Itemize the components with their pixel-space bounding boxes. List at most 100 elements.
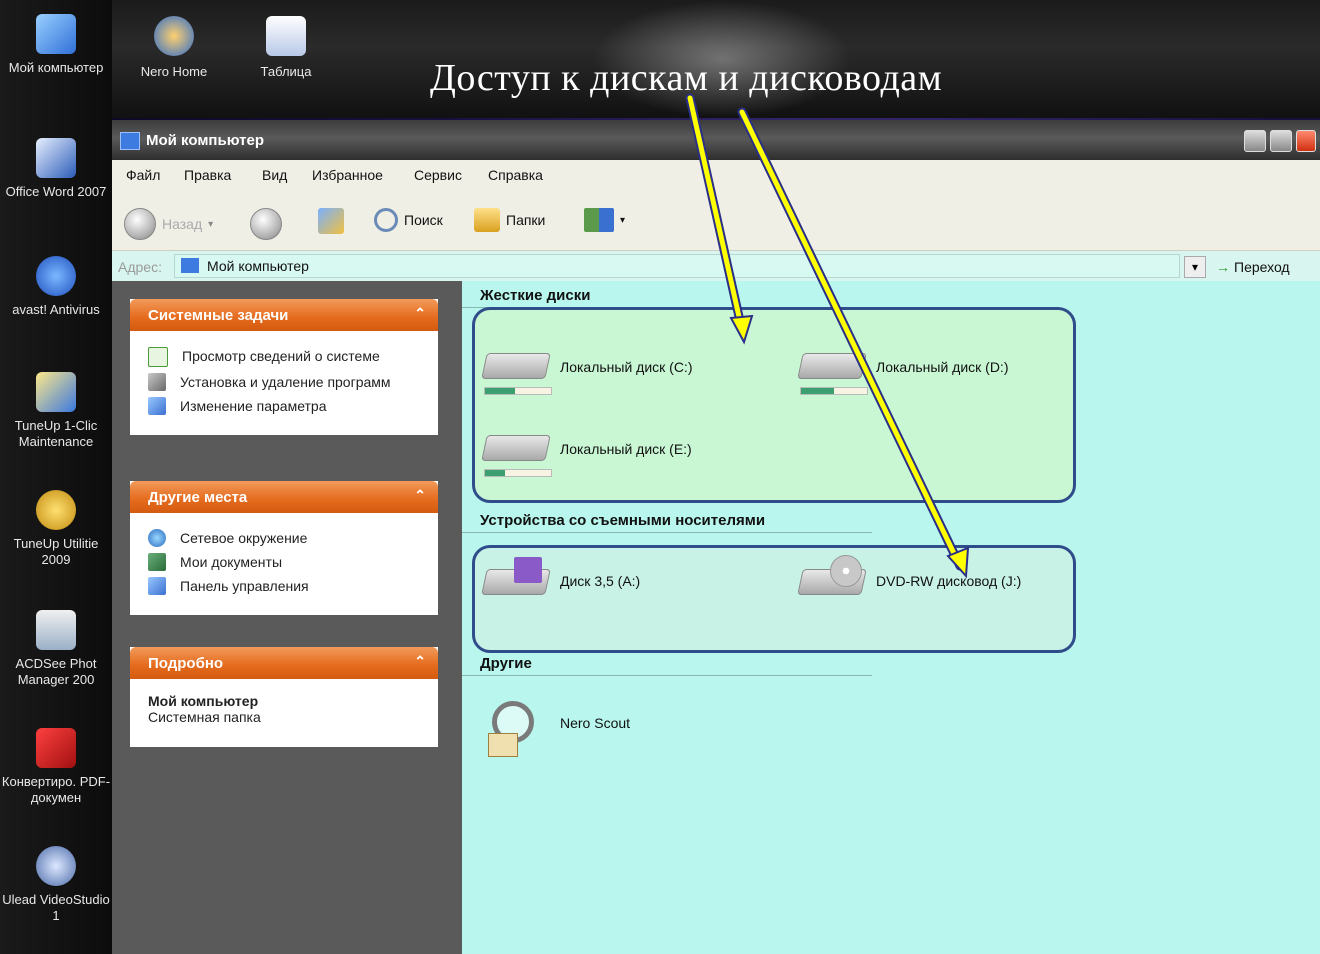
panel-title: Другие места <box>148 489 248 506</box>
task-add-remove-programs[interactable]: Установка и удаление программ <box>148 373 424 391</box>
other-places-panel: Другие места ⌃ Сетевое окружение Мои док… <box>130 481 438 615</box>
address-bar: Адрес: Мой компьютер ▾ → Переход <box>112 251 1320 281</box>
checkmark-icon <box>148 347 168 367</box>
documents-icon <box>148 553 166 571</box>
drive-c[interactable]: Локальный диск (C:) <box>481 347 693 395</box>
address-dropdown-button[interactable]: ▾ <box>1184 256 1206 278</box>
menu-favorites[interactable]: Избранное <box>312 167 383 183</box>
address-label: Адрес: <box>118 259 162 275</box>
drive-label: Диск 3,5 (A:) <box>560 573 641 589</box>
close-button[interactable] <box>1296 130 1316 152</box>
tuneup-gear-icon <box>36 490 76 530</box>
up-folder-icon <box>318 208 344 234</box>
desktop-icon-nero-home[interactable]: Nero Home <box>124 16 224 79</box>
collapse-icon[interactable]: ⌃ <box>414 487 426 504</box>
task-label: Изменение параметра <box>180 398 327 414</box>
search-button[interactable]: Поиск <box>374 208 443 232</box>
place-control-panel[interactable]: Панель управления <box>148 577 424 595</box>
removable-heading: Устройства со съемными носителями <box>480 512 766 529</box>
desktop-icon-label: Конвертиро. PDF-докумен <box>1 774 111 805</box>
floppy-drive-a[interactable]: Диск 3,5 (A:) <box>481 557 641 603</box>
desktop-icon-label: Мой компьютер <box>8 60 104 75</box>
task-change-settings[interactable]: Изменение параметра <box>148 397 424 415</box>
views-button[interactable]: ▾ <box>584 208 625 232</box>
word-icon <box>36 138 76 178</box>
desktop-icon-ulead[interactable]: Ulead VideoStudio 1 <box>0 846 112 924</box>
avast-icon <box>36 256 76 296</box>
desktop-icon-my-computer[interactable]: Мой компьютер <box>0 14 112 76</box>
dvd-drive-j[interactable]: DVD-RW дисковод (J:) <box>797 555 1021 603</box>
collapse-icon[interactable]: ⌃ <box>414 305 426 322</box>
hard-disks-heading: Жесткие диски <box>480 287 591 304</box>
back-arrow-icon <box>124 208 156 240</box>
desktop-icon-tuneup-1click[interactable]: TuneUp 1-Clic Maintenance <box>0 372 112 450</box>
computer-icon <box>36 14 76 54</box>
desktop-icon-table[interactable]: Таблица <box>236 16 336 79</box>
forward-button[interactable] <box>250 208 282 240</box>
desktop-icon-label: TuneUp 1-Clic Maintenance <box>14 418 98 449</box>
dvd-drive-icon <box>797 555 867 603</box>
views-icon <box>584 208 614 232</box>
drive-label: Локальный диск (C:) <box>560 359 693 375</box>
place-my-documents[interactable]: Мои документы <box>148 553 424 571</box>
system-tasks-header[interactable]: Системные задачи ⌃ <box>130 299 438 331</box>
place-network[interactable]: Сетевое окружение <box>148 529 424 547</box>
hard-drive-icon <box>797 347 868 395</box>
details-panel: Подробно ⌃ Мой компьютер Системная папка <box>130 647 438 747</box>
chevron-down-icon: ▾ <box>208 218 214 230</box>
desktop-icon-word[interactable]: Office Word 2007 <box>0 138 112 200</box>
folder-icon <box>474 208 500 232</box>
minimize-button[interactable] <box>1244 130 1266 152</box>
search-label: Поиск <box>404 212 443 228</box>
address-input[interactable]: Мой компьютер <box>174 254 1180 278</box>
nero-scout[interactable]: Nero Scout <box>484 697 630 757</box>
desktop-icon-label: avast! Antivirus <box>12 302 100 317</box>
forward-arrow-icon <box>250 208 282 240</box>
heading-divider <box>462 675 872 676</box>
pdf-icon <box>36 728 76 768</box>
drive-label: Локальный диск (D:) <box>876 359 1009 375</box>
collapse-icon[interactable]: ⌃ <box>414 653 426 670</box>
hard-drive-icon <box>481 429 552 477</box>
drive-e[interactable]: Локальный диск (E:) <box>481 429 692 477</box>
item-label: Nero Scout <box>560 715 631 731</box>
network-icon <box>148 529 166 547</box>
desktop-icon-avast[interactable]: avast! Antivirus <box>0 256 112 318</box>
nero-home-icon <box>154 16 194 56</box>
other-places-header[interactable]: Другие места ⌃ <box>130 481 438 513</box>
magnifier-house-icon <box>484 697 550 757</box>
menu-bar: Файл Правка Вид Избранное Сервис Справка <box>112 160 1320 190</box>
up-folder-button[interactable] <box>318 208 344 234</box>
folders-label: Папки <box>506 212 546 228</box>
desktop-icon-tuneup-utilities[interactable]: TuneUp Utilitie 2009 <box>0 490 112 568</box>
tuneup-monitor-icon <box>36 372 76 412</box>
panel-title: Системные задачи <box>148 307 289 324</box>
folders-button[interactable]: Папки <box>474 208 545 232</box>
menu-edit[interactable]: Правка <box>184 167 231 183</box>
address-value: Мой компьютер <box>207 258 309 274</box>
task-view-system-info[interactable]: Просмотр сведений о системе <box>148 347 424 367</box>
acdsee-icon <box>36 610 76 650</box>
computer-icon <box>181 258 199 273</box>
computer-icon <box>120 132 140 150</box>
desktop-icon-label: Ulead VideoStudio 1 <box>2 892 110 923</box>
menu-file[interactable]: Файл <box>126 167 160 183</box>
menu-help[interactable]: Справка <box>488 167 543 183</box>
go-button[interactable]: → Переход <box>1216 259 1290 275</box>
back-button[interactable]: Назад ▾ <box>124 208 213 240</box>
desktop-icon-acdsee[interactable]: ACDSee Phot Manager 200 <box>0 610 112 688</box>
drive-d[interactable]: Локальный диск (D:) <box>797 347 1009 395</box>
document-icon <box>266 16 306 56</box>
desktop-icon-pdf-converter[interactable]: Конвертиро. PDF-докумен <box>0 728 112 806</box>
menu-tools[interactable]: Сервис <box>414 167 462 183</box>
task-label: Установка и удаление программ <box>180 374 391 390</box>
menu-view[interactable]: Вид <box>262 167 287 183</box>
details-desc: Системная папка <box>148 709 261 725</box>
title-bar[interactable]: Мой компьютер <box>112 120 1320 160</box>
details-header[interactable]: Подробно ⌃ <box>130 647 438 679</box>
maximize-button[interactable] <box>1270 130 1292 152</box>
desktop-icon-label: TuneUp Utilitie 2009 <box>13 536 99 567</box>
content-area: Жесткие диски Локальный диск (C:) Локаль… <box>462 281 1320 954</box>
programs-icon <box>148 373 166 391</box>
desktop-icon-label: Nero Home <box>140 64 208 79</box>
